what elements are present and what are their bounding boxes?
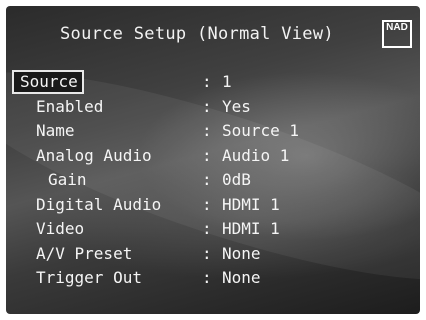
menu-label-video: Video xyxy=(36,219,85,238)
menu-value-trigger-out: None xyxy=(222,268,261,287)
menu-label-trigger-out: Trigger Out xyxy=(36,268,142,287)
menu-label-source: Source xyxy=(12,70,84,94)
menu-colon: : xyxy=(202,194,212,214)
menu-colon: : xyxy=(202,72,212,91)
menu-label-digital-audio: Digital Audio xyxy=(36,194,162,214)
menu-value-name: Source 1 xyxy=(222,121,300,140)
menu-value-enabled: Yes xyxy=(222,96,251,116)
menu-label-name: Name xyxy=(36,121,75,140)
menu-label-enabled: Enabled xyxy=(36,96,104,116)
menu-label-gain: Gain xyxy=(48,170,87,189)
osd-screen: Source Setup (Normal View) NAD Source : … xyxy=(6,6,420,314)
menu-colon: : xyxy=(202,243,212,263)
menu-value-digital-audio: HDMI 1 xyxy=(222,194,280,214)
menu-colon: : xyxy=(202,145,212,165)
menu-label-analog-audio: Analog Audio xyxy=(36,145,152,165)
menu-value-analog-audio: Audio 1 xyxy=(222,145,290,165)
menu-value-source: 1 xyxy=(222,72,232,91)
nad-logo: NAD xyxy=(382,20,412,48)
menu-value-video: HDMI 1 xyxy=(222,219,280,238)
page-title: Source Setup (Normal View) xyxy=(60,24,334,44)
menu-colon: : xyxy=(202,121,212,140)
menu-colon: : xyxy=(202,96,212,116)
menu-label-av-preset: A/V Preset xyxy=(36,243,133,263)
menu-colon: : xyxy=(202,219,212,238)
menu-colon: : xyxy=(202,170,212,189)
logo-text: NAD xyxy=(386,22,408,33)
menu-colon: : xyxy=(202,268,212,287)
menu-value-av-preset: None xyxy=(222,243,261,263)
menu-value-gain: 0dB xyxy=(222,170,251,189)
